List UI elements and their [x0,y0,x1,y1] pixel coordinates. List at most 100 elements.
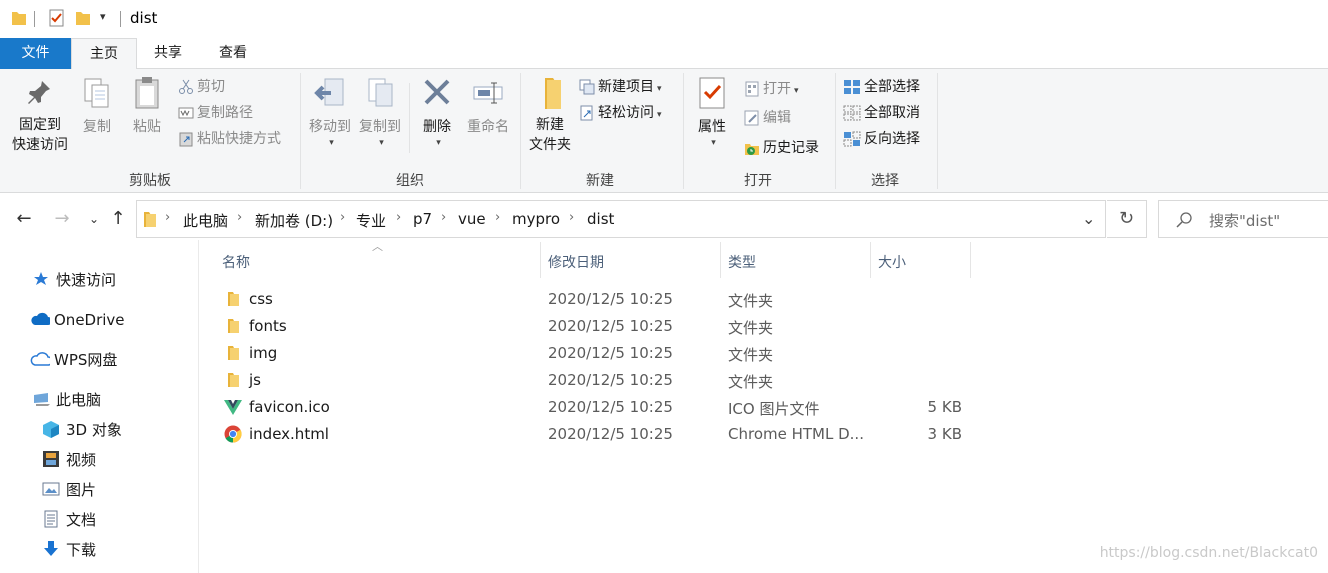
picture-icon [42,482,60,496]
file-row[interactable]: js 2020/12/5 10:25 文件夹 [222,367,972,394]
star-icon [34,272,48,285]
refresh-button[interactable]: ↻ [1107,200,1147,238]
file-type: 文件夹 [728,373,774,391]
copy-path-label: 复制路径 [197,105,253,121]
select-all-button[interactable]: 全部选择 [843,77,920,99]
easy-access-button[interactable]: 轻松访问 ▾ [579,103,662,125]
breadcrumb-zhuanye[interactable]: 专业 [356,210,386,231]
nav-pictures[interactable]: 图片 [42,479,96,501]
nav-downloads[interactable]: 下载 [42,539,96,561]
new-folder-quick-icon[interactable] [74,9,92,27]
breadcrumb-separator-icon: › [165,210,171,225]
pin-to-quick-access-button[interactable]: 固定到 快速访问 [8,75,72,155]
column-divider[interactable] [540,242,541,278]
film-icon [43,451,59,467]
nav-videos[interactable]: 视频 [42,449,96,471]
scissors-icon [179,79,193,94]
select-all-label: 全部选择 [864,79,920,95]
tab-file[interactable]: 文件 [0,38,71,69]
nav-videos-label: 视频 [66,451,97,469]
edit-label: 编辑 [763,110,791,126]
toolbar-separator [34,11,35,27]
breadcrumb-this-pc[interactable]: 此电脑 [183,210,228,231]
paste-shortcut-button[interactable]: 粘贴快捷方式 [178,129,281,151]
file-row[interactable]: index.html 2020/12/5 10:25 Chrome HTML D… [222,421,972,448]
search-icon [1176,212,1192,228]
move-to-icon [314,78,344,106]
folder-icon [144,212,156,227]
history-button[interactable]: 历史记录 [744,138,819,160]
file-name: favicon.ico [249,398,330,416]
up-button[interactable]: ↑ [106,207,130,231]
new-item-button[interactable]: 新建项目 ▾ [579,77,662,99]
open-icon [745,81,759,97]
organize-group-label: 组织 [396,173,424,189]
file-row[interactable]: img 2020/12/5 10:25 文件夹 [222,340,972,367]
file-type: ICO 图片文件 [728,400,820,418]
nav-documents[interactable]: 文档 [42,509,96,531]
nav-this-pc[interactable]: 此电脑 [32,389,101,411]
navigation-pane: 快速访问 OneDrive WPS网盘 此电脑 3D 对象 视频 图片 文档 下… [0,240,199,573]
cube-3d-icon [43,421,59,438]
nav-wps[interactable]: WPS网盘 [30,349,117,371]
paste-button[interactable]: 粘贴 [124,75,170,137]
column-divider[interactable] [720,242,721,278]
open-button[interactable]: 打开 ▾ [744,79,799,101]
copy-button[interactable]: 复制 [76,75,118,137]
column-header-size[interactable]: 大小 [878,252,906,272]
recent-locations-button[interactable]: ⌄ [82,207,106,231]
rename-label: 重命名 [467,119,509,135]
file-row[interactable]: css 2020/12/5 10:25 文件夹 [222,286,972,313]
new-folder-button[interactable]: 新建 文件夹 [524,75,576,155]
breadcrumb-separator-icon: › [237,210,243,225]
tab-view[interactable]: 查看 [201,38,265,69]
select-none-label: 全部取消 [864,105,920,121]
column-divider[interactable] [870,242,871,278]
breadcrumb-dist[interactable]: dist [587,210,614,228]
group-separator [937,73,938,189]
folder-icon [228,373,239,387]
column-divider[interactable] [970,242,971,278]
nav-3d-objects[interactable]: 3D 对象 [42,419,122,441]
back-button[interactable]: ← [12,207,36,231]
tab-home[interactable]: 主页 [71,38,137,70]
move-to-button[interactable]: 移动到 ▾ [304,75,356,153]
edit-button[interactable]: 编辑 [744,108,791,130]
column-header-type[interactable]: 类型 [728,252,756,272]
rename-button[interactable]: 重命名 [462,75,514,137]
invert-selection-button[interactable]: 反向选择 [843,129,920,151]
file-row[interactable]: fonts 2020/12/5 10:25 文件夹 [222,313,972,340]
tab-share[interactable]: 共享 [137,38,199,69]
copy-path-button[interactable]: 复制路径 [178,103,253,125]
breadcrumb-drive-d[interactable]: 新加卷 (D:) [255,210,333,231]
customize-quick-access-chevron-icon[interactable]: ▾ [100,10,106,23]
address-bar[interactable]: › 此电脑 › 新加卷 (D:) › 专业 › p7 › vue › mypro… [136,200,1106,238]
select-none-button[interactable]: 全部取消 [843,103,920,125]
delete-button[interactable]: 删除 ▾ [416,75,458,153]
breadcrumb-mypro[interactable]: mypro [512,210,560,228]
properties-button[interactable]: 属性 ▾ [690,75,734,153]
clipboard-group-label: 剪贴板 [129,173,171,189]
breadcrumb-vue[interactable]: vue [458,210,486,228]
file-date: 2020/12/5 10:25 [548,290,673,308]
nav-onedrive[interactable]: OneDrive [30,309,125,331]
file-row[interactable]: favicon.ico 2020/12/5 10:25 ICO 图片文件 5 K… [222,394,972,421]
breadcrumb-p7[interactable]: p7 [413,210,432,228]
file-type: 文件夹 [728,292,774,310]
up-arrow-icon: ↑ [110,208,126,229]
column-header-name[interactable]: 名称 [222,252,250,272]
forward-button[interactable]: → [50,207,74,231]
ribbon-tabs: 文件 主页 共享 查看 [0,38,1328,70]
file-name: js [249,371,261,389]
copy-to-button[interactable]: 复制到 ▾ [354,75,406,153]
breadcrumb-separator-icon: › [441,210,447,225]
easy-access-label: 轻松访问 [598,105,654,121]
address-history-chevron-icon[interactable]: ⌄ [1082,209,1095,228]
properties-check-icon[interactable] [48,9,66,27]
column-header-date[interactable]: 修改日期 [548,252,604,272]
file-size: 3 KB [927,425,962,443]
delete-x-icon [424,79,450,105]
nav-quick-access[interactable]: 快速访问 [32,269,116,291]
cut-button[interactable]: 剪切 [178,77,225,99]
search-box[interactable]: 搜索"dist" [1158,200,1328,238]
